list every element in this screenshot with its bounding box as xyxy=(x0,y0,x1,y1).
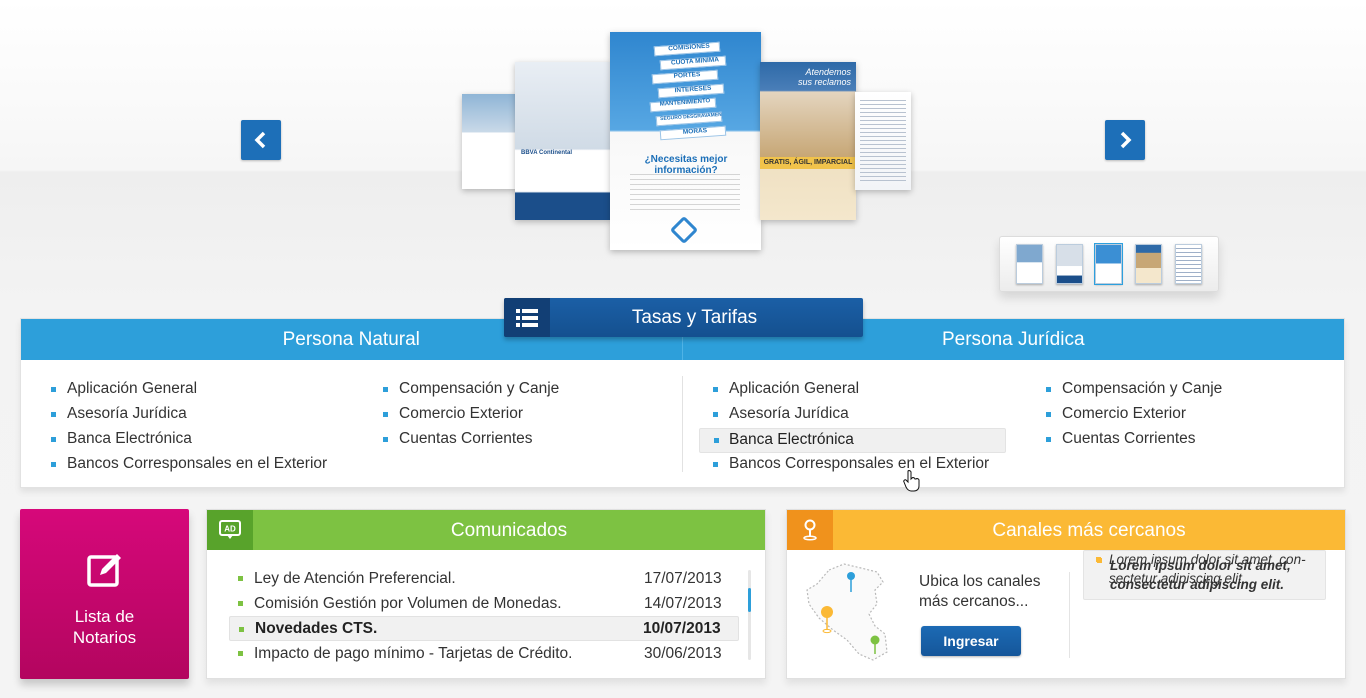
poster-question: ¿Necesitas mejor información? xyxy=(644,154,728,176)
poster-4-heading-1: Atendemos xyxy=(805,67,851,77)
list-item[interactable]: Aplicación General xyxy=(51,378,327,403)
notarios-line-2: Notarios xyxy=(72,628,137,647)
poster-4-band: GRATIS, ÁGIL, IMPARCIAL xyxy=(760,157,856,169)
thumbnail-3[interactable] xyxy=(1094,243,1124,285)
canales-text: Ubica los canales más cercanos... xyxy=(919,572,1040,612)
sbs-logo xyxy=(669,215,699,245)
sign xyxy=(659,125,727,141)
list-item[interactable]: Asesoría Jurídica xyxy=(51,403,327,428)
comunicados-panel: AD Comunicados Ley de Atención Preferenc… xyxy=(206,509,766,679)
list-item[interactable]: Asesoría Jurídica xyxy=(713,403,1006,428)
poster-text-lines xyxy=(630,174,740,214)
persona-juridica-list-2: Compensación y Canje Comercio Exterior C… xyxy=(1046,378,1222,453)
poster-1[interactable] xyxy=(462,94,518,189)
lista-notarios-button[interactable]: Lista de Notarios xyxy=(20,509,189,679)
chevron-left-icon xyxy=(254,131,266,149)
list-item[interactable]: Compensación y Canje xyxy=(1046,378,1222,403)
sign xyxy=(651,69,719,85)
list-item[interactable]: Bancos Corresponsales en el Exterior xyxy=(51,453,327,478)
canales-panel: Canales más cercanos Ubica los canales m… xyxy=(786,509,1346,679)
poster-text-lines xyxy=(860,100,906,184)
sign xyxy=(655,111,723,127)
list-item[interactable]: Compensación y Canje xyxy=(383,378,559,403)
news-date: 14/07/2013 xyxy=(644,594,722,612)
news-title: Comisión Gestión por Volumen de Monedas. xyxy=(254,594,562,612)
sign xyxy=(657,83,725,99)
poster-5[interactable] xyxy=(855,92,911,190)
carousel-thumbnails xyxy=(999,236,1219,292)
list-item[interactable]: Bancos Corresponsales en el Exterior xyxy=(713,453,1006,478)
poster-4-heading: Atendemos sus reclamos xyxy=(798,67,851,87)
tasas-tarifas-tab[interactable]: Tasas y Tarifas xyxy=(504,298,863,337)
list-item[interactable]: Cuentas Corrientes xyxy=(383,428,559,453)
comunicados-scrollbar[interactable] xyxy=(748,570,751,660)
comunicados-title[interactable]: Comunicados xyxy=(253,510,765,550)
list-item[interactable]: Banca Electrónica xyxy=(51,428,327,453)
persona-juridica-list-1: Aplicación General Asesoría Jurídica Ban… xyxy=(699,378,1006,478)
canales-header: Canales más cercanos xyxy=(787,510,1345,550)
list-item[interactable]: Comisión Gestión por Volumen de Monedas.… xyxy=(229,591,739,616)
notarios-line-1: Lista de xyxy=(74,607,135,626)
poster-4[interactable]: Atendemos sus reclamos GRATIS, ÁGIL, IMP… xyxy=(760,62,856,220)
comunicados-list: Ley de Atención Preferencial. 17/07/2013… xyxy=(229,566,739,666)
sign xyxy=(659,55,727,71)
news-date: 30/06/2013 xyxy=(644,644,722,662)
list-item[interactable]: Ley de Atención Preferencial. 17/07/2013 xyxy=(229,566,739,591)
scrollbar-thumb[interactable] xyxy=(748,588,751,612)
poster-2[interactable]: BBVA Continental xyxy=(515,62,611,220)
poster-2-heading: BBVA Continental xyxy=(521,150,572,156)
list-item[interactable]: Cuentas Corrientes xyxy=(1046,428,1222,453)
news-title: Impacto de pago mínimo - Tarjetas de Cré… xyxy=(254,644,573,662)
svg-text:AD: AD xyxy=(224,525,236,534)
list-item-hovered[interactable]: Banca Electrónica xyxy=(699,428,1006,453)
ingresar-button[interactable]: Ingresar xyxy=(921,626,1021,656)
list-item[interactable]: Aplicación General xyxy=(713,378,1006,403)
canales-text-line-1: Ubica los canales xyxy=(919,573,1041,590)
tarifas-panel: Persona Natural Persona Jurídica Aplicac… xyxy=(20,318,1345,492)
thumbnail-2[interactable] xyxy=(1055,244,1083,284)
tarifas-body: Aplicación General Asesoría Jurídica Ban… xyxy=(21,360,1344,492)
edit-icon xyxy=(86,554,121,587)
carousel-prev-button[interactable] xyxy=(241,120,281,160)
list-item[interactable]: Lorem ipsum dolor sit amet, con-sectetur… xyxy=(1083,550,1326,588)
list-item[interactable]: Comercio Exterior xyxy=(1046,403,1222,428)
comunicados-header: AD Comunicados xyxy=(207,510,765,550)
tasas-tarifas-title: Tasas y Tarifas xyxy=(631,306,758,328)
notarios-label: Lista de Notarios xyxy=(20,606,189,648)
chevron-right-icon xyxy=(1120,131,1132,149)
persona-natural-list-1: Aplicación General Asesoría Jurídica Ban… xyxy=(51,378,327,478)
list-item[interactable]: Comercio Exterior xyxy=(383,403,559,428)
carousel-next-button[interactable] xyxy=(1105,120,1145,160)
publications-carousel: BBVA Continental ¿Necesitas mejor inform… xyxy=(0,0,1366,300)
thumbnail-5[interactable] xyxy=(1174,244,1202,284)
sign xyxy=(649,97,717,113)
news-title: Ley de Atención Preferencial. xyxy=(254,569,456,587)
canales-text-line-2: más cercanos... xyxy=(919,593,1029,610)
canales-divider xyxy=(1069,572,1070,658)
persona-natural-list-2: Compensación y Canje Comercio Exterior C… xyxy=(383,378,559,453)
news-date: 10/07/2013 xyxy=(643,619,721,637)
map-pin-icon xyxy=(787,510,833,550)
column-divider xyxy=(682,376,683,472)
canales-title[interactable]: Canales más cercanos xyxy=(833,510,1345,550)
canales-list-2: Lorem ipsum dolor sit amet, con-sectetur… xyxy=(1083,550,1326,588)
ad-icon: AD xyxy=(207,510,253,550)
list-icon xyxy=(504,298,550,337)
news-title: Novedades CTS. xyxy=(255,619,378,637)
thumbnail-4[interactable] xyxy=(1135,244,1163,284)
poster-4-heading-2: sus reclamos xyxy=(797,77,851,87)
poster-featured[interactable]: ¿Necesitas mejor información? xyxy=(610,32,761,250)
sign xyxy=(653,41,721,57)
thumbnail-1[interactable] xyxy=(1016,244,1044,284)
news-date: 17/07/2013 xyxy=(644,569,722,587)
list-item[interactable]: Impacto de pago mínimo - Tarjetas de Cré… xyxy=(229,641,739,666)
list-item-hovered[interactable]: Novedades CTS. 10/07/2013 xyxy=(229,616,739,641)
peru-map-icon xyxy=(806,563,888,661)
hand-cursor-icon xyxy=(903,470,920,492)
